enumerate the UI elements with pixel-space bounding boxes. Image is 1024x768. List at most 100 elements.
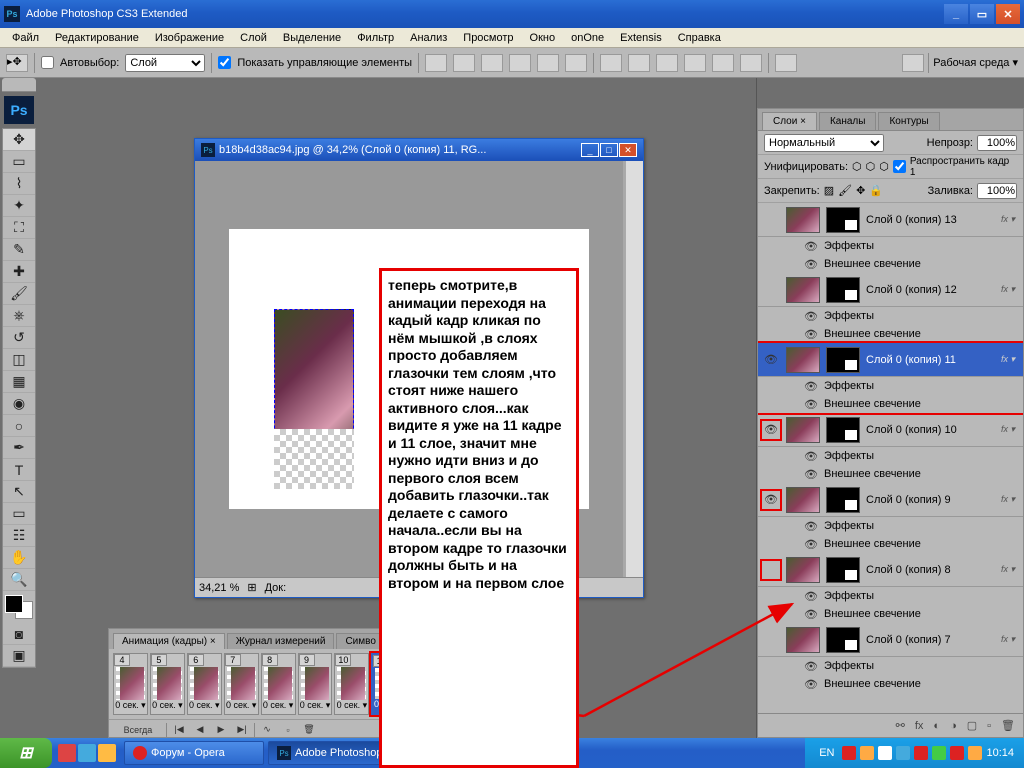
tray-icon[interactable]: [914, 746, 928, 760]
layers-list[interactable]: Слой 0 (копия) 13fx ▾ЭффектыВнешнее свеч…: [758, 203, 1023, 713]
hand-tool[interactable]: ✋: [3, 547, 35, 569]
pen-tool[interactable]: ✒: [3, 437, 35, 459]
frame-delay[interactable]: 0 сек. ▾: [188, 700, 221, 714]
link-layers-icon[interactable]: ⚯: [896, 719, 905, 732]
loop-dropdown[interactable]: Всегда: [113, 722, 163, 738]
layer-name[interactable]: Слой 0 (копия) 13: [866, 214, 991, 226]
layer-mask-thumbnail[interactable]: [826, 487, 860, 513]
layer-mask-thumbnail[interactable]: [826, 557, 860, 583]
layer-thumbnail[interactable]: [786, 207, 820, 233]
layer-mask-thumbnail[interactable]: [826, 207, 860, 233]
zoom-tool[interactable]: 🔍: [3, 569, 35, 591]
doc-info[interactable]: Док:: [265, 582, 287, 594]
distribute-icon[interactable]: [656, 54, 678, 72]
delete-frame-button[interactable]: 🗑: [300, 722, 318, 738]
animation-frame[interactable]: 80 сек. ▾: [261, 653, 296, 715]
layer-row[interactable]: Слой 0 (копия) 12fx ▾: [758, 273, 1023, 307]
history-brush-tool[interactable]: ↺: [3, 327, 35, 349]
layer-row[interactable]: Слой 0 (копия) 10 fx ▾: [758, 413, 1023, 447]
menu-help[interactable]: Справка: [670, 30, 729, 46]
effect-visibility[interactable]: [804, 257, 818, 271]
menu-window[interactable]: Окно: [522, 30, 564, 46]
layer-name[interactable]: Слой 0 (копия) 10: [866, 424, 991, 436]
visibility-toggle[interactable]: [762, 351, 780, 369]
stamp-tool[interactable]: ⎈: [3, 305, 35, 327]
toolbox-grip[interactable]: [2, 78, 36, 92]
menu-analysis[interactable]: Анализ: [402, 30, 455, 46]
effect-visibility[interactable]: [804, 677, 818, 691]
layer-row[interactable]: Слой 0 (копия) 13fx ▾: [758, 203, 1023, 237]
effect-visibility[interactable]: [804, 379, 818, 393]
clock[interactable]: 10:14: [986, 747, 1014, 759]
workspace-dropdown[interactable]: Рабочая среда ▾: [933, 56, 1018, 69]
doc-max-button[interactable]: □: [600, 143, 618, 157]
menu-edit[interactable]: Редактирование: [47, 30, 147, 46]
doc-min-button[interactable]: _: [581, 143, 599, 157]
autoselect-checkbox[interactable]: [41, 56, 54, 69]
fx-badge[interactable]: fx ▾: [997, 564, 1019, 575]
show-controls-checkbox[interactable]: [218, 56, 231, 69]
visibility-toggle[interactable]: [762, 211, 780, 229]
align-icon[interactable]: [565, 54, 587, 72]
effect-visibility[interactable]: [804, 589, 818, 603]
doc-close-button[interactable]: ✕: [619, 143, 637, 157]
layer-name[interactable]: Слой 0 (копия) 8: [866, 564, 991, 576]
wand-tool[interactable]: ✦: [3, 195, 35, 217]
layer-thumbnail[interactable]: [786, 277, 820, 303]
animation-frame[interactable]: 40 сек. ▾: [113, 653, 148, 715]
lock-transparency-icon[interactable]: ▨: [824, 184, 834, 197]
document-titlebar[interactable]: Ps b18b4d38ac94.jpg @ 34,2% (Слой 0 (коп…: [195, 139, 643, 161]
layer-group-icon[interactable]: ▢: [967, 719, 977, 732]
align-icon[interactable]: [425, 54, 447, 72]
new-layer-icon[interactable]: ▫: [987, 720, 991, 732]
align-icon[interactable]: [453, 54, 475, 72]
tray-icon[interactable]: [896, 746, 910, 760]
fx-badge[interactable]: fx ▾: [997, 494, 1019, 505]
shape-tool[interactable]: ▭: [3, 503, 35, 525]
menu-view[interactable]: Просмотр: [455, 30, 521, 46]
window-max-button[interactable]: ▭: [970, 4, 994, 24]
tray-icon[interactable]: [860, 746, 874, 760]
layer-name[interactable]: Слой 0 (копия) 12: [866, 284, 991, 296]
frame-delay[interactable]: 0 сек. ▾: [335, 700, 368, 714]
prev-frame-button[interactable]: ◀: [191, 722, 209, 738]
distribute-icon[interactable]: [600, 54, 622, 72]
crop-tool[interactable]: ⛶: [3, 217, 35, 239]
effect-visibility[interactable]: [804, 607, 818, 621]
start-button[interactable]: ⊞: [0, 738, 52, 768]
color-swatch[interactable]: [5, 595, 33, 619]
layer-row[interactable]: Слой 0 (копия) 11fx ▾: [758, 343, 1023, 377]
play-button[interactable]: ▶: [212, 722, 230, 738]
layer-mask-thumbnail[interactable]: [826, 347, 860, 373]
frame-delay[interactable]: 0 сек. ▾: [299, 700, 332, 714]
layer-thumbnail[interactable]: [786, 557, 820, 583]
frame-delay[interactable]: 0 сек. ▾: [262, 700, 295, 714]
tray-icon[interactable]: [878, 746, 892, 760]
layer-thumbnail[interactable]: [786, 627, 820, 653]
move-tool-icon[interactable]: ▸✥: [6, 54, 28, 72]
opacity-input[interactable]: [977, 135, 1017, 151]
tween-button[interactable]: ∿: [258, 722, 276, 738]
tab-layers[interactable]: Слои ×: [762, 112, 817, 130]
go-bridge-icon[interactable]: [902, 54, 924, 72]
fx-badge[interactable]: fx ▾: [997, 424, 1019, 435]
effect-visibility[interactable]: [804, 467, 818, 481]
menu-select[interactable]: Выделение: [275, 30, 349, 46]
fx-badge[interactable]: fx ▾: [997, 354, 1019, 365]
effect-visibility[interactable]: [804, 327, 818, 341]
animation-frame[interactable]: 100 сек. ▾: [334, 653, 369, 715]
distribute-icon[interactable]: [628, 54, 650, 72]
layer-thumbnail[interactable]: [786, 487, 820, 513]
taskbar-opera[interactable]: Форум - Opera: [124, 741, 264, 765]
effect-visibility[interactable]: [804, 397, 818, 411]
unify-icon[interactable]: ⬡: [879, 160, 889, 173]
layer-row[interactable]: Слой 0 (копия) 9 fx ▾: [758, 483, 1023, 517]
zoom-level[interactable]: 34,21 %: [199, 582, 239, 594]
layer-row[interactable]: Слой 0 (копия) 7fx ▾: [758, 623, 1023, 657]
effect-visibility[interactable]: [804, 309, 818, 323]
effect-visibility[interactable]: [804, 519, 818, 533]
auto-align-icon[interactable]: [775, 54, 797, 72]
align-icon[interactable]: [481, 54, 503, 72]
layer-name[interactable]: Слой 0 (копия) 9: [866, 494, 991, 506]
fill-input[interactable]: [977, 183, 1017, 199]
